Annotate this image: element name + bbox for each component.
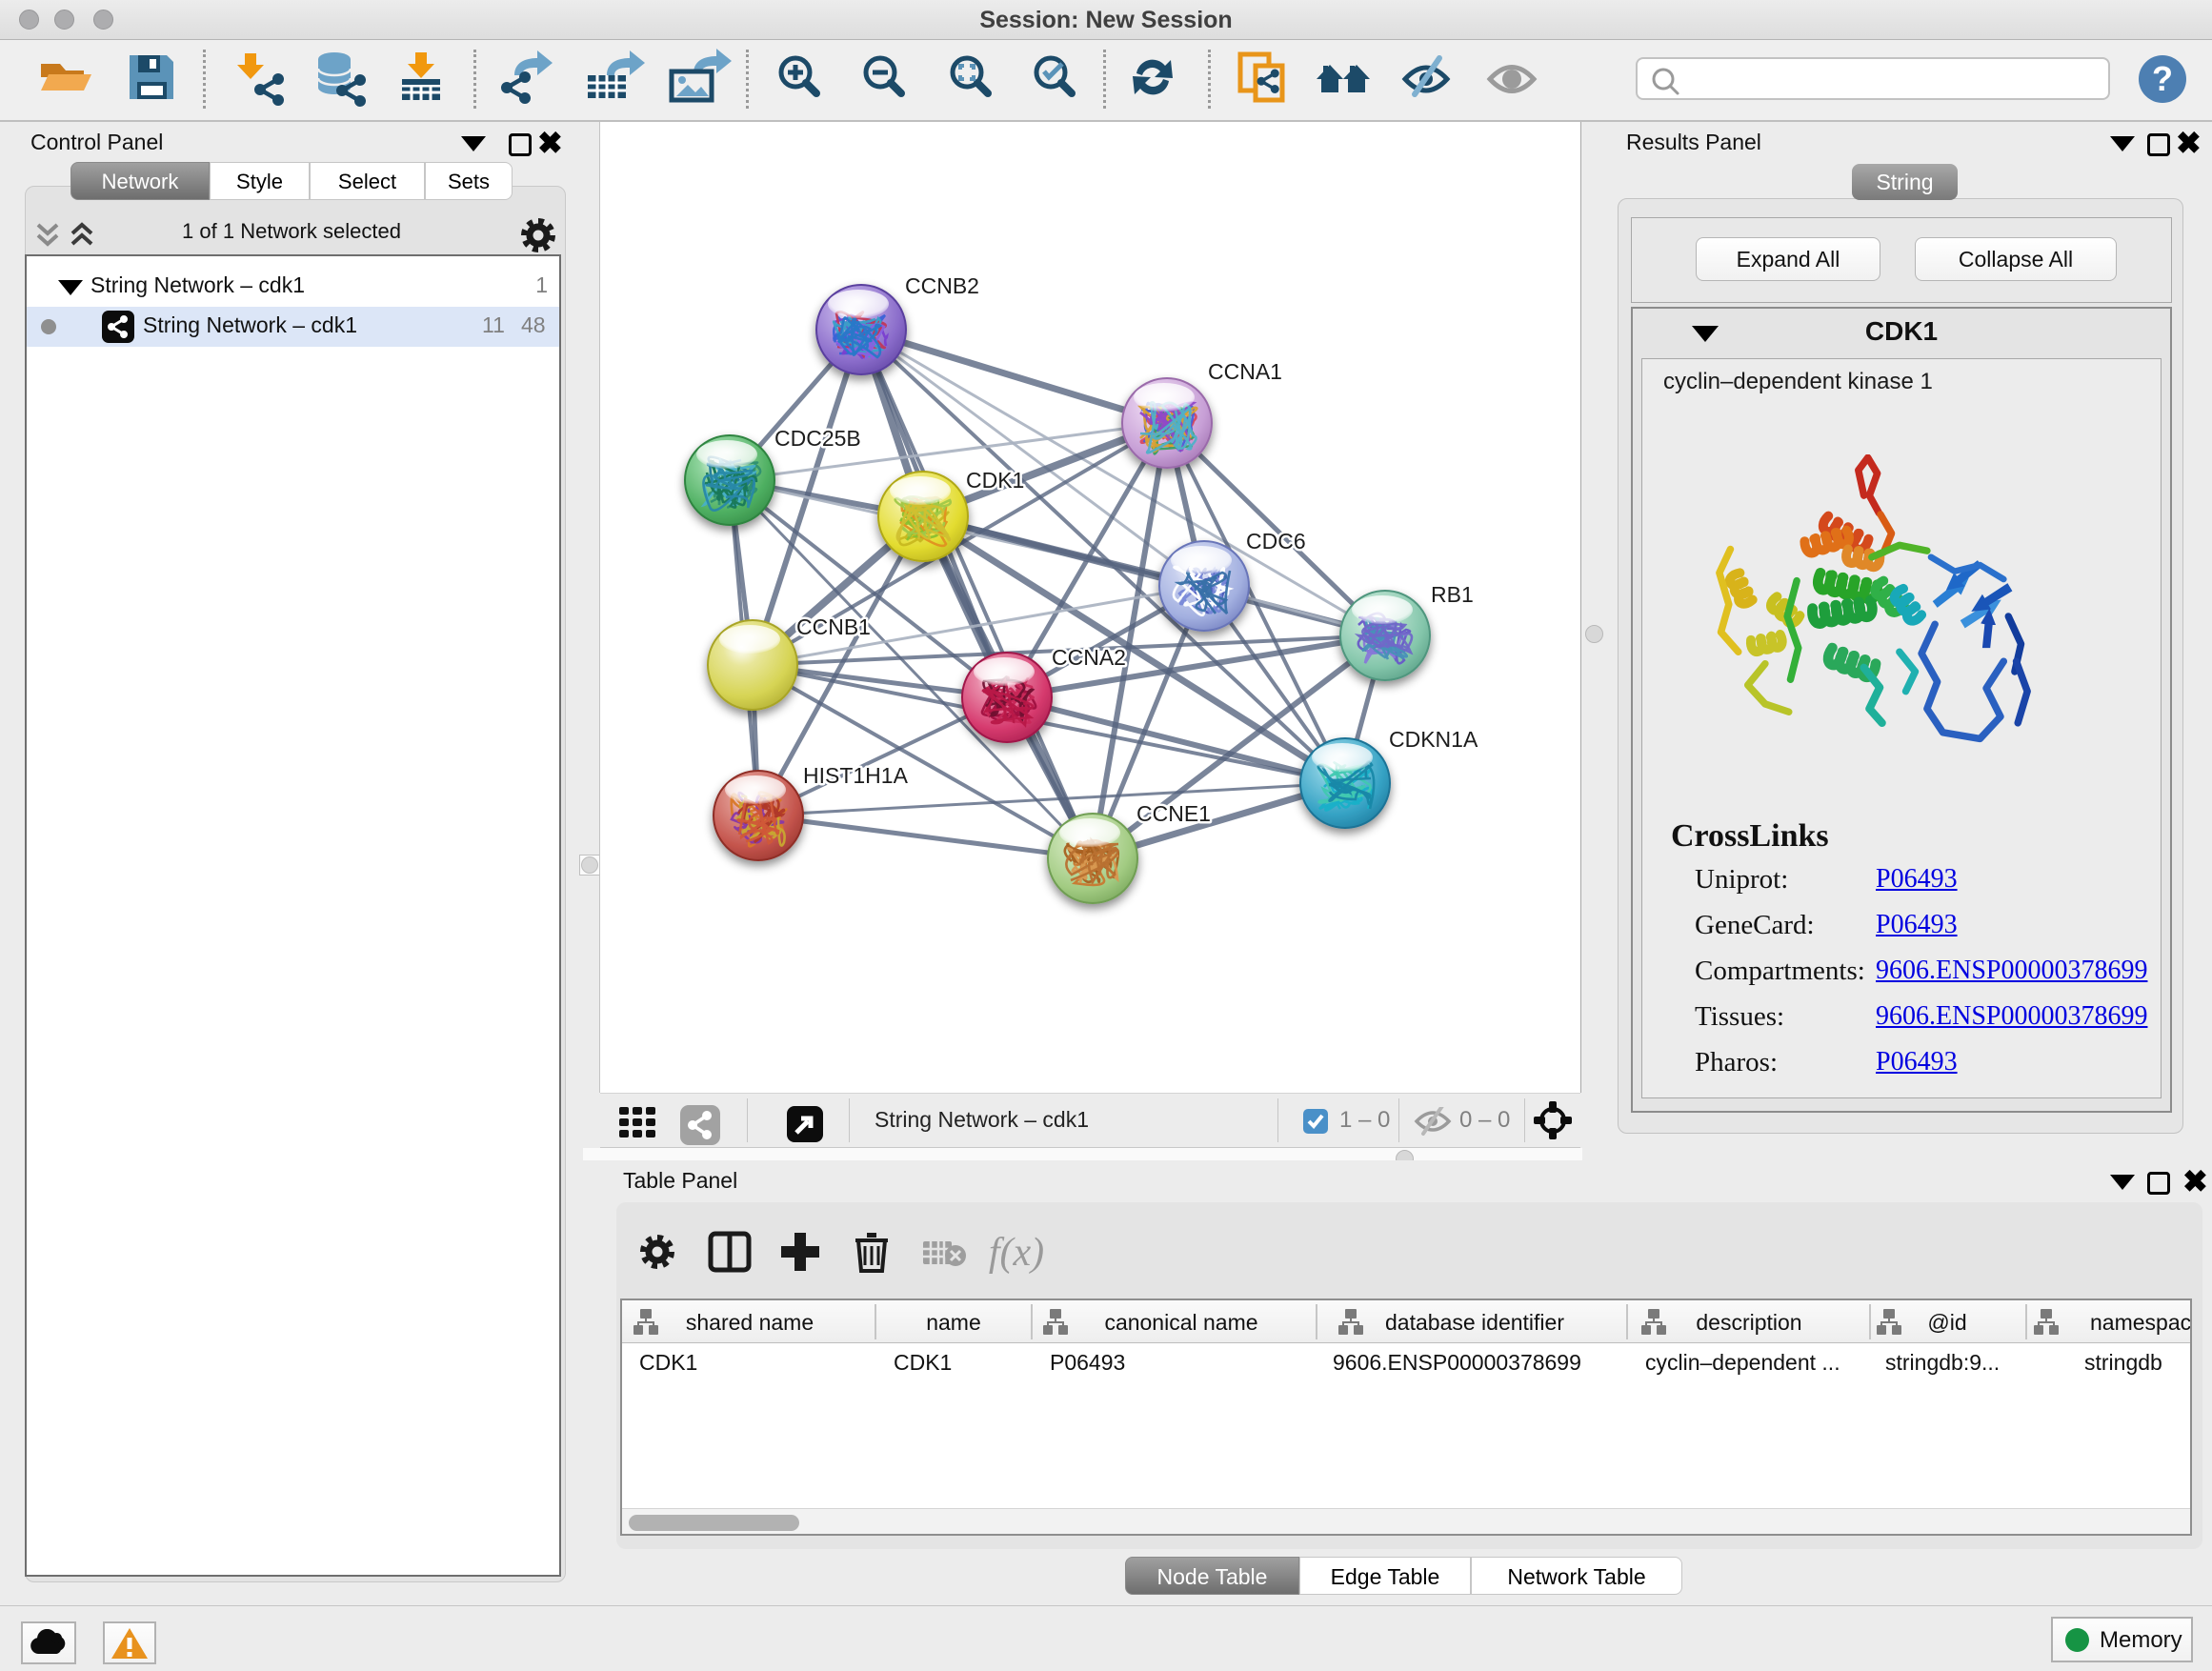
- svg-text:description: description: [1696, 1310, 1801, 1335]
- svg-text:CCNA2: CCNA2: [1052, 645, 1126, 670]
- svg-text:CDC25B: CDC25B: [774, 426, 861, 451]
- svg-text:@id: @id: [1927, 1310, 1966, 1335]
- svg-text:?: ?: [2152, 59, 2173, 98]
- svg-text:CDKN1A: CDKN1A: [1389, 727, 1478, 752]
- svg-text:CCNA1: CCNA1: [1208, 359, 1282, 384]
- svg-text:namespace: namespace: [2090, 1310, 2190, 1335]
- svg-text:canonical name: canonical name: [1104, 1310, 1257, 1335]
- svg-text:shared name: shared name: [686, 1310, 814, 1335]
- svg-text:CCNB1: CCNB1: [796, 614, 871, 639]
- svg-text:CDK1: CDK1: [966, 468, 1024, 493]
- svg-text:name: name: [926, 1310, 981, 1335]
- svg-text:CDC6: CDC6: [1246, 529, 1306, 554]
- svg-text:CCNB2: CCNB2: [905, 273, 979, 298]
- svg-text:HIST1H1A: HIST1H1A: [803, 763, 909, 788]
- svg-text:RB1: RB1: [1431, 582, 1474, 607]
- svg-text:CCNE1: CCNE1: [1136, 801, 1211, 826]
- svg-text:f(x): f(x): [989, 1231, 1044, 1275]
- svg-text:database identifier: database identifier: [1385, 1310, 1564, 1335]
